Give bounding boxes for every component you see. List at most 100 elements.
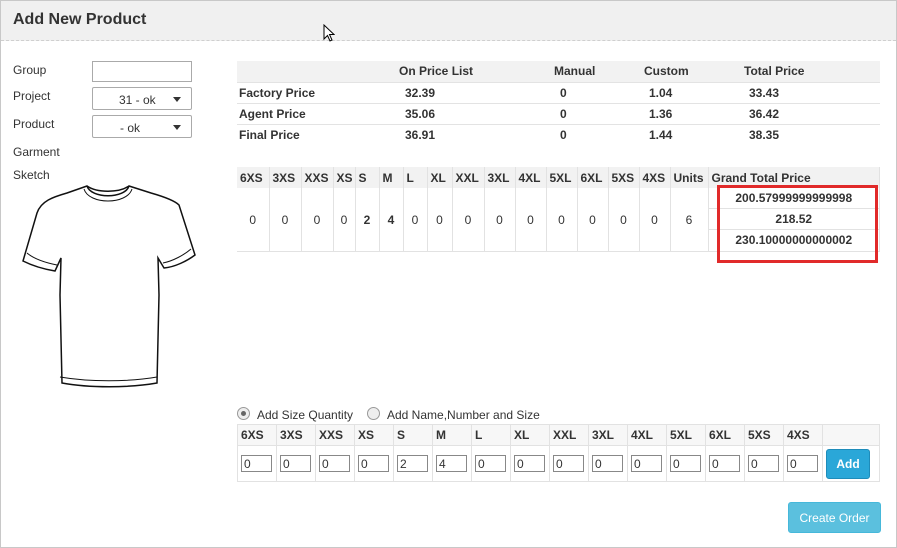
add-product-dialog: Add New Product Group Project 31 - ok Pr… — [0, 0, 897, 548]
group-label: Group — [13, 63, 47, 77]
group-input[interactable] — [92, 61, 192, 82]
size-header: XS — [333, 167, 356, 188]
qty-cell — [393, 445, 433, 482]
qty-size-header: 4XL — [627, 424, 667, 446]
size-count: 0 — [484, 188, 516, 252]
qty-size-header: XXL — [549, 424, 589, 446]
size-header: M — [379, 167, 404, 188]
highlight-box — [717, 185, 878, 263]
garment-label: Garment — [13, 145, 60, 159]
product-select-value: - ok — [120, 121, 141, 135]
qty-cell — [432, 445, 472, 482]
product-label: Product — [13, 117, 55, 131]
size-count: 0 — [452, 188, 485, 252]
qty-size-header: L — [471, 424, 511, 446]
size-header: 5XL — [546, 167, 578, 188]
qty-input-4xs[interactable] — [787, 455, 818, 472]
qty-input-5xs[interactable] — [748, 455, 779, 472]
units-header: Units — [670, 167, 709, 188]
qty-input-4xl[interactable] — [631, 455, 662, 472]
qty-action-cell: Add — [822, 445, 880, 482]
qty-cell — [588, 445, 628, 482]
qty-cell — [315, 445, 355, 482]
qty-cell — [627, 445, 667, 482]
qty-action-header — [822, 424, 880, 446]
qty-cell — [549, 445, 589, 482]
price-col-total: Total Price — [744, 61, 880, 82]
qty-cell — [276, 445, 316, 482]
qty-cell — [471, 445, 511, 482]
size-header: XL — [427, 167, 453, 188]
product-select[interactable]: - ok — [92, 115, 192, 138]
size-count: 0 — [237, 188, 270, 252]
price-row-label: Agent Price — [237, 102, 399, 124]
qty-input-s[interactable] — [397, 455, 428, 472]
qty-input-l[interactable] — [475, 455, 506, 472]
qty-size-header: XS — [354, 424, 394, 446]
qty-size-header: S — [393, 424, 433, 446]
price-col-manual: Manual — [554, 61, 644, 82]
price-table: On Price List Manual Custom Total Price … — [237, 61, 880, 145]
size-header: S — [355, 167, 380, 188]
qty-size-header: 3XS — [276, 424, 316, 446]
qty-input-m[interactable] — [436, 455, 467, 472]
add-name-number-size-radio[interactable] — [367, 407, 380, 420]
qty-input-xxl[interactable] — [553, 455, 584, 472]
qty-input-xxs[interactable] — [319, 455, 350, 472]
add-size-quantity-radio[interactable] — [237, 407, 250, 420]
price-custom: 1.36 — [644, 102, 744, 124]
add-button[interactable]: Add — [826, 448, 870, 479]
price-row-label: Final Price — [237, 123, 399, 145]
qty-size-header: 6XS — [237, 424, 277, 446]
price-total: 38.35 — [744, 123, 880, 145]
qty-size-header: 5XS — [744, 424, 784, 446]
price-table-header: On Price List Manual Custom Total Price — [237, 61, 880, 82]
size-header: 5XS — [608, 167, 640, 188]
size-count: 0 — [608, 188, 640, 252]
price-on-price-list: 36.91 — [399, 123, 554, 145]
qty-cell — [666, 445, 706, 482]
qty-input-6xl[interactable] — [709, 455, 740, 472]
qty-input-5xl[interactable] — [670, 455, 701, 472]
price-col-on-price-list: On Price List — [399, 61, 554, 82]
qty-input-xl[interactable] — [514, 455, 545, 472]
qty-input-3xs[interactable] — [280, 455, 311, 472]
mouse-cursor-icon — [323, 24, 335, 42]
price-total: 36.42 — [744, 102, 880, 124]
price-row-agent: Agent Price 35.06 0 1.36 36.42 — [237, 102, 880, 124]
size-header: 3XL — [484, 167, 516, 188]
qty-input-3xl[interactable] — [592, 455, 623, 472]
size-quantity-header: 6XS 3XS XXS XS S M L XL XXL 3XL 4XL 5XL … — [237, 424, 880, 446]
qty-cell — [744, 445, 784, 482]
size-count: 0 — [333, 188, 356, 252]
create-order-button[interactable]: Create Order — [788, 502, 881, 533]
qty-input-6xs[interactable] — [241, 455, 272, 472]
price-row-final: Final Price 36.91 0 1.44 38.35 — [237, 123, 880, 145]
project-select[interactable]: 31 - ok — [92, 87, 192, 110]
qty-size-header: 6XL — [705, 424, 745, 446]
size-header: 6XL — [577, 167, 609, 188]
qty-size-header: 4XS — [783, 424, 823, 446]
size-quantity-table: 6XS 3XS XXS XS S M L XL XXL 3XL 4XL 5XL … — [237, 424, 880, 482]
size-header: 4XS — [639, 167, 671, 188]
price-manual: 0 — [554, 102, 644, 124]
size-header: XXL — [452, 167, 485, 188]
size-count: 0 — [515, 188, 547, 252]
project-select-value: 31 - ok — [119, 93, 156, 107]
qty-size-header: XL — [510, 424, 550, 446]
qty-input-xs[interactable] — [358, 455, 389, 472]
price-custom: 1.04 — [644, 81, 744, 103]
chevron-down-icon — [173, 125, 181, 130]
size-header: 4XL — [515, 167, 547, 188]
size-header: XXS — [301, 167, 334, 188]
size-count: 0 — [546, 188, 578, 252]
tshirt-sketch-icon — [22, 185, 196, 388]
sketch-label: Sketch — [13, 168, 50, 182]
price-manual: 0 — [554, 123, 644, 145]
size-quantity-row: Add — [237, 445, 880, 482]
qty-cell — [354, 445, 394, 482]
price-on-price-list: 32.39 — [399, 81, 554, 103]
price-total: 33.43 — [744, 81, 880, 103]
qty-size-header: M — [432, 424, 472, 446]
add-size-quantity-label: Add Size Quantity — [257, 408, 354, 422]
